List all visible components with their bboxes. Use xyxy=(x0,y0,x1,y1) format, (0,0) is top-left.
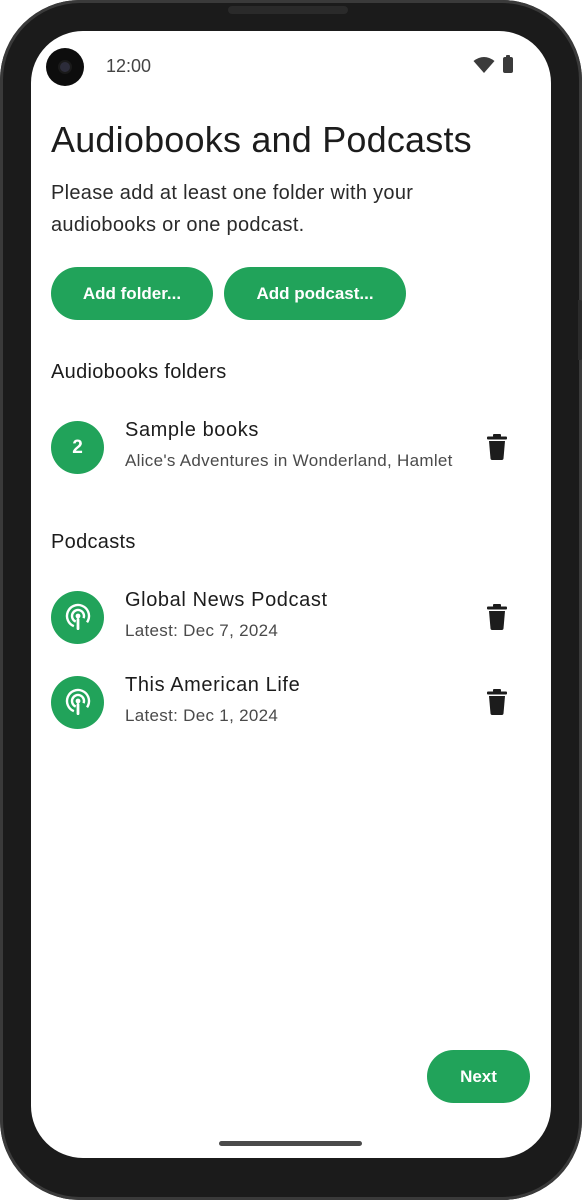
next-button[interactable]: Next xyxy=(427,1050,530,1103)
podcast-avatar xyxy=(51,591,104,644)
add-podcast-button[interactable]: Add podcast... xyxy=(224,267,406,320)
podcast-title: This American Life xyxy=(125,674,301,696)
podcast-icon xyxy=(65,688,90,715)
delete-podcast-button[interactable] xyxy=(479,682,515,722)
podcasts-section-heading: Podcasts xyxy=(51,531,136,553)
add-folder-button[interactable]: Add folder... xyxy=(51,267,213,320)
podcast-title: Global News Podcast xyxy=(125,589,328,611)
folder-title: Sample books xyxy=(125,419,259,441)
home-indicator[interactable] xyxy=(219,1141,362,1146)
trash-icon xyxy=(487,689,507,715)
power-button xyxy=(578,300,582,360)
podcast-latest-date: Latest: Dec 1, 2024 xyxy=(125,706,279,725)
podcast-avatar xyxy=(51,676,104,729)
folders-section-heading: Audiobooks folders xyxy=(51,361,227,383)
battery-icon xyxy=(503,55,513,73)
trash-icon xyxy=(487,604,507,630)
podcast-latest-date: Latest: Dec 7, 2024 xyxy=(125,621,279,640)
page-title: Audiobooks and Podcasts xyxy=(51,119,472,160)
podcast-list-item[interactable]: Global News Podcast Latest: Dec 7, 2024 xyxy=(31,581,551,653)
podcast-list-item[interactable]: This American Life Latest: Dec 1, 2024 xyxy=(31,666,551,738)
delete-folder-button[interactable] xyxy=(479,427,515,467)
phone-frame: 12:00 Audiobooks and Podcasts Please add… xyxy=(0,0,582,1200)
status-bar: 12:00 xyxy=(31,31,551,101)
folder-subtitle: Alice's Adventures in Wonderland, Hamlet xyxy=(125,451,453,470)
camera-icon xyxy=(46,48,84,86)
page-subtitle: Please add at least one folder with your… xyxy=(51,182,414,236)
status-time: 12:00 xyxy=(106,56,152,76)
trash-icon xyxy=(487,434,507,460)
delete-podcast-button[interactable] xyxy=(479,597,515,637)
podcast-icon xyxy=(65,603,90,630)
folder-count-badge: 2 xyxy=(51,421,104,474)
folder-list-item[interactable]: 2 Sample books Alice's Adventures in Won… xyxy=(31,411,551,483)
wifi-icon xyxy=(473,57,495,73)
screen: 12:00 Audiobooks and Podcasts Please add… xyxy=(31,31,551,1158)
earpiece-speaker xyxy=(228,6,348,14)
